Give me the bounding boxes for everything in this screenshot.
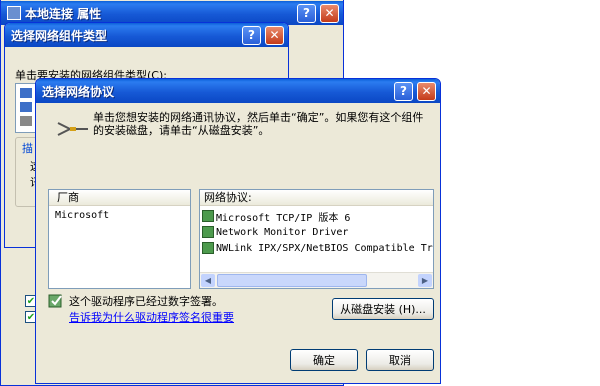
protocol-item-label: Network Monitor Driver: [216, 226, 349, 238]
list-item[interactable]: Microsoft TCP/IP 版本 6: [202, 209, 433, 224]
network-protocol-icon: [57, 122, 88, 136]
manufacturer-list[interactable]: 厂商 Microsoft: [48, 189, 191, 289]
close-button[interactable]: ✕: [265, 25, 284, 45]
protocol-header: 网络协议:: [200, 190, 433, 206]
list-item[interactable]: NWLink IPX/SPX/NetBIOS Compatible Trans: [202, 241, 434, 255]
manufacturer-item-microsoft[interactable]: Microsoft: [55, 210, 109, 221]
client-icon: [20, 88, 32, 98]
driver-signing-link[interactable]: 告诉我为什么驱动程序签名很重要: [69, 309, 234, 325]
local-connection-title: 本地连接 属性: [25, 6, 102, 21]
scroll-right-button[interactable]: ▶: [418, 274, 432, 287]
instruction-text: 单击您想安装的网络通讯协议，然后单击“确定”。如果您有这个组件的安装磁盘，请单击…: [93, 111, 424, 137]
protocol-item-label: NWLink IPX/SPX/NetBIOS Compatible Trans: [216, 242, 434, 254]
protocol-icon: [202, 226, 214, 238]
help-button[interactable]: ?: [297, 3, 316, 23]
select-protocol-dialog: 选择网络协议 ? ✕ 单击您想安装的网络通讯协议，然后单击“确定”。如果您有这个…: [35, 78, 441, 384]
scroll-thumb[interactable]: [217, 274, 367, 287]
protocol-icon: [20, 116, 32, 126]
component-type-titlebar: 选择网络组件类型 ? ✕: [5, 23, 288, 47]
select-protocol-titlebar: 选择网络协议 ? ✕: [36, 79, 440, 103]
component-type-title: 选择网络组件类型: [11, 28, 108, 43]
have-disk-button[interactable]: 从磁盘安装 (H)...: [332, 298, 434, 320]
close-button[interactable]: ✕: [417, 81, 436, 101]
description-label: 描: [22, 142, 33, 155]
protocol-icon: [202, 210, 214, 222]
list-item[interactable]: Network Monitor Driver: [202, 225, 433, 239]
scroll-left-button[interactable]: ◀: [201, 274, 215, 287]
protocol-list[interactable]: 网络协议: Microsoft TCP/IP 版本 6 Network Moni…: [199, 189, 434, 289]
ok-button[interactable]: 确定: [290, 349, 358, 371]
cancel-button[interactable]: 取消: [366, 349, 434, 371]
protocol-icon: [202, 242, 214, 254]
manufacturer-header: 厂商: [49, 190, 190, 206]
select-protocol-title: 选择网络协议: [42, 84, 115, 99]
help-button[interactable]: ?: [394, 81, 413, 101]
service-icon: [20, 102, 32, 112]
close-button[interactable]: ✕: [320, 3, 339, 23]
signed-driver-text: 这个驱动程序已经过数字签署。: [69, 295, 223, 308]
protocol-item-label: Microsoft TCP/IP 版本 6: [216, 212, 351, 224]
network-connection-icon: [7, 6, 21, 20]
help-button[interactable]: ?: [242, 25, 261, 45]
signed-driver-icon: [48, 294, 62, 308]
horizontal-scrollbar[interactable]: ◀ ▶: [200, 272, 433, 288]
